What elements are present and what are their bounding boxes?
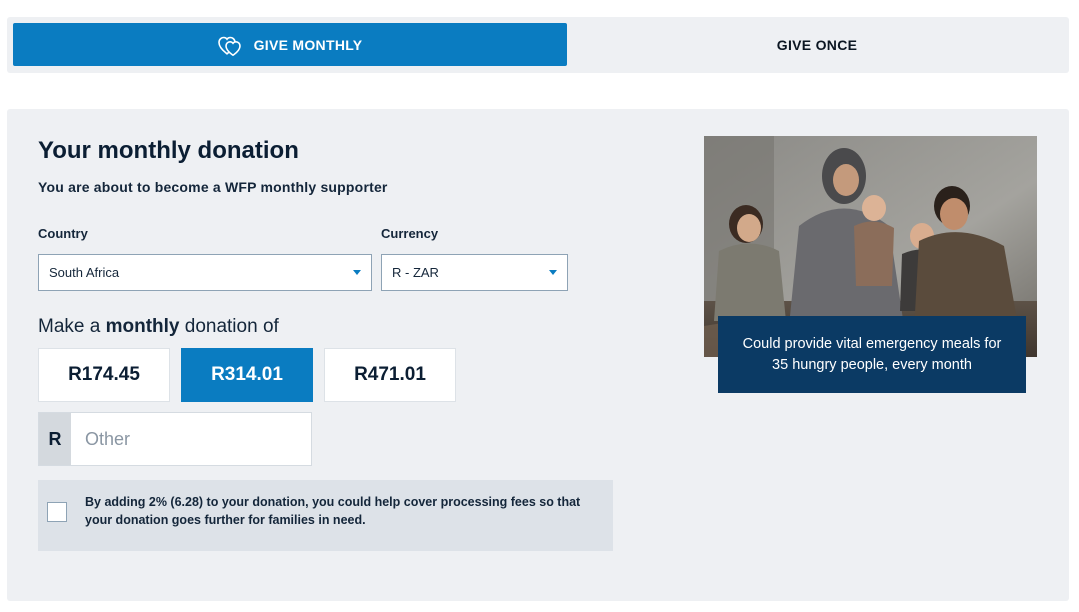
page-title: Your monthly donation xyxy=(38,137,299,164)
make-prefix: Make a xyxy=(38,316,106,337)
currency-prefix: R xyxy=(39,413,71,465)
tab-give-monthly[interactable]: GIVE MONTHLY xyxy=(13,23,567,66)
country-label: Country xyxy=(38,226,88,241)
tab-give-monthly-label: GIVE MONTHLY xyxy=(253,36,363,53)
donation-panel: Your monthly donation You are about to b… xyxy=(7,109,1069,601)
cover-fees-option: By adding 2% (6.28) to your donation, yo… xyxy=(38,480,613,551)
make-bold: monthly xyxy=(105,316,180,337)
currency-label: Currency xyxy=(381,226,439,241)
hearts-icon xyxy=(217,36,241,56)
currency-select[interactable]: R - ZAR xyxy=(381,254,568,291)
chevron-down-icon xyxy=(353,270,361,275)
amount-option-2-selected[interactable]: R314.01 xyxy=(181,348,313,402)
other-amount-input[interactable] xyxy=(71,413,311,465)
country-value: South Africa xyxy=(49,265,120,280)
cover-fees-text: By adding 2% (6.28) to your donation, yo… xyxy=(85,495,581,527)
donation-type-tabs: GIVE MONTHLY GIVE ONCE xyxy=(7,17,1069,73)
currency-value: R - ZAR xyxy=(392,265,439,280)
donation-amount-heading: Make a monthly donation of xyxy=(38,316,279,338)
tab-give-once[interactable]: GIVE ONCE xyxy=(567,23,1067,66)
amount-option-3[interactable]: R471.01 xyxy=(324,348,456,402)
chevron-down-icon xyxy=(549,270,557,275)
make-suffix: donation of xyxy=(179,316,279,337)
other-amount-field: R xyxy=(38,412,312,466)
tab-give-once-label: GIVE ONCE xyxy=(776,36,858,53)
photo-caption: Could provide vital emergency meals for … xyxy=(718,316,1026,393)
subtitle: You are about to become a WFP monthly su… xyxy=(38,179,388,195)
cover-fees-checkbox[interactable] xyxy=(47,502,67,522)
amount-option-1[interactable]: R174.45 xyxy=(38,348,170,402)
country-select[interactable]: South Africa xyxy=(38,254,372,291)
